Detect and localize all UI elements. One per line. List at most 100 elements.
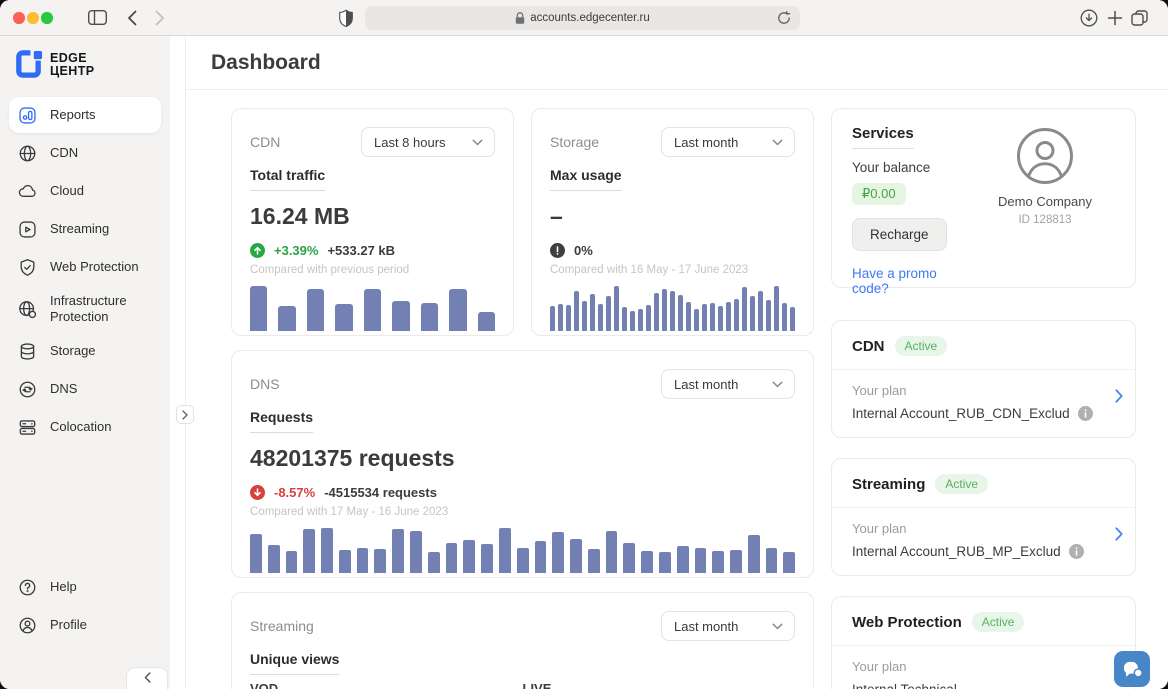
chart-bar <box>250 534 262 573</box>
recharge-button[interactable]: Recharge <box>852 218 947 251</box>
sidebar-item-cloud[interactable]: Cloud <box>9 173 161 209</box>
chart-bar <box>566 305 571 331</box>
sidebar-item-infrastructure-protection[interactable]: Infrastructure Protection <box>9 287 161 332</box>
balance-label: Your balance <box>852 160 975 175</box>
window-controls <box>13 12 53 24</box>
shield-check-icon <box>17 257 38 278</box>
plan-label: Your plan <box>852 521 1115 536</box>
chart-bar <box>630 311 635 331</box>
chat-widget-button[interactable] <box>1114 651 1150 687</box>
services-card: Services Your balance ₽0.00 Recharge Hav… <box>831 108 1136 288</box>
sidebar-item-dns[interactable]: DNS <box>9 372 161 408</box>
dns-period-select[interactable]: Last month <box>661 369 795 399</box>
chart-bar <box>730 550 742 573</box>
dns-bar-chart <box>250 528 795 573</box>
sidebar-collapse-button[interactable] <box>126 667 168 689</box>
promo-code-link[interactable]: Have a promo code? <box>852 266 975 296</box>
left-column: CDN Last 8 hours Total traffic 16.24 MB <box>231 108 814 689</box>
chart-bar <box>638 309 643 332</box>
tab-overview-icon[interactable] <box>1131 10 1148 26</box>
servers-icon <box>17 417 38 438</box>
zoom-window-button[interactable] <box>41 12 53 24</box>
chart-bar <box>748 535 760 573</box>
plan-value: Internal Account_RUB_CDN_Exclud <box>852 406 1070 421</box>
lock-icon <box>515 12 525 25</box>
storage-period-select[interactable]: Last month <box>661 127 795 157</box>
sidebar-nav: Reports CDN Cloud Streaming Web Protecti… <box>0 95 170 448</box>
chart-bar <box>598 304 603 331</box>
chart-bar <box>552 532 564 573</box>
close-window-button[interactable] <box>13 12 25 24</box>
chart-bar <box>574 291 579 331</box>
chart-bar <box>582 301 587 331</box>
chart-bar <box>535 541 547 573</box>
delta-percent: 0% <box>574 243 593 258</box>
sidebar-item-cdn[interactable]: CDN <box>9 135 161 171</box>
vod-column-label: VOD <box>250 681 523 689</box>
streaming-period-select[interactable]: Last month <box>661 611 795 641</box>
downloads-icon[interactable] <box>1080 9 1098 27</box>
globe-icon <box>17 143 38 164</box>
live-column-label: LIVE <box>523 681 796 689</box>
new-tab-icon[interactable] <box>1107 10 1123 26</box>
metric-label: Max usage <box>550 167 622 191</box>
edgecenter-logo-icon <box>14 50 43 79</box>
chart-bar <box>339 550 351 573</box>
chart-bar <box>677 546 689 573</box>
info-icon[interactable] <box>1078 406 1093 421</box>
chart-bar <box>646 305 651 331</box>
balance-badge: ₽0.00 <box>852 183 906 205</box>
metric-value: 16.24 MB <box>250 203 495 230</box>
chart-bar <box>590 294 595 331</box>
chevron-right-icon <box>1115 389 1123 403</box>
info-icon[interactable] <box>1069 544 1084 559</box>
chart-bar <box>374 549 386 573</box>
compare-note: Compared with previous period <box>250 264 495 276</box>
sidebar-item-web-protection[interactable]: Web Protection <box>9 249 161 285</box>
url-bar[interactable]: accounts.edgecenter.ru <box>365 6 800 30</box>
cdn-period-select[interactable]: Last 8 hours <box>361 127 495 157</box>
minimize-window-button[interactable] <box>27 12 39 24</box>
play-icon <box>17 219 38 240</box>
sidebar-item-streaming[interactable]: Streaming <box>9 211 161 247</box>
chart-bar <box>782 303 787 331</box>
chevron-down-icon <box>472 139 483 146</box>
back-button[interactable] <box>127 10 137 26</box>
compare-note: Compared with 16 May - 17 June 2023 <box>550 264 795 276</box>
metric-label: Unique views <box>250 651 339 675</box>
sidebar-item-profile[interactable]: Profile <box>9 607 161 643</box>
chart-bar <box>307 289 324 331</box>
plan-card-cdn: CDN Active Your plan Internal Account_RU… <box>831 320 1136 438</box>
plan-details-chevron[interactable] <box>1115 527 1123 541</box>
card-label: DNS <box>250 376 280 392</box>
reload-icon[interactable] <box>777 11 791 25</box>
metric-value: 48201375 requests <box>250 445 795 472</box>
chart-bar <box>766 548 778 574</box>
chart-bar <box>702 304 707 331</box>
chart-bar <box>428 552 440 573</box>
sidebar-item-colocation[interactable]: Colocation <box>9 410 161 446</box>
delta-percent: -8.57% <box>274 485 315 500</box>
dns-metric-card: DNS Last month Requests 48201375 request… <box>231 350 814 578</box>
chart-bar <box>392 529 404 573</box>
forward-button[interactable] <box>155 10 165 26</box>
chart-bar <box>481 544 493 573</box>
sidebar-item-help[interactable]: Help <box>9 569 161 605</box>
chart-bar <box>678 295 683 331</box>
plan-details-chevron[interactable] <box>1115 389 1123 403</box>
chart-bar <box>250 286 267 331</box>
sidebar-item-storage[interactable]: Storage <box>9 334 161 370</box>
chart-bar <box>268 545 280 573</box>
sidebar-expand-button[interactable] <box>176 405 194 424</box>
sidebar-item-reports[interactable]: Reports <box>9 97 161 133</box>
chart-bar <box>517 548 529 574</box>
plan-card-streaming: Streaming Active Your plan Internal Acco… <box>831 458 1136 576</box>
privacy-shield-icon[interactable] <box>339 9 353 27</box>
browser-chrome: accounts.edgecenter.ru <box>0 0 1168 36</box>
sidebar-toggle-icon[interactable] <box>88 10 107 25</box>
storage-metric-card: Storage Last month Max usage – <box>531 108 814 336</box>
app: EDGE ЦЕНТР Reports CDN Cloud <box>0 36 1168 689</box>
chart-bar <box>463 540 475 573</box>
chart-bar <box>641 551 653 573</box>
chart-bar <box>614 286 619 331</box>
